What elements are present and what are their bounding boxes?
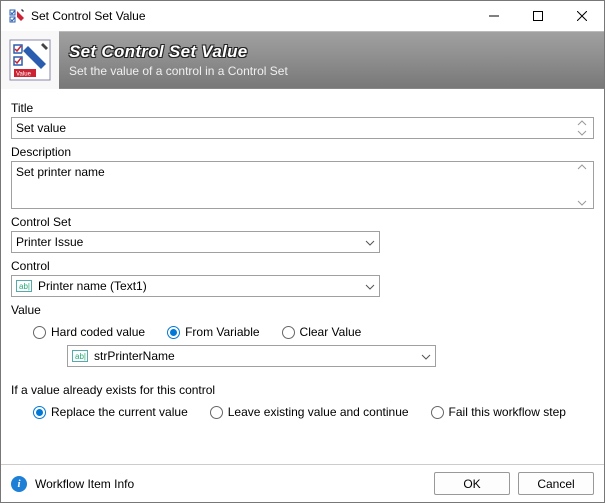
textbox-icon: ab| — [16, 280, 32, 292]
control-label: Control — [11, 259, 594, 273]
info-icon: i — [11, 476, 27, 492]
description-label: Description — [11, 145, 594, 159]
value-label: Value — [11, 303, 594, 317]
svg-text:Value: Value — [16, 72, 32, 78]
radio-hardcoded-label: Hard coded value — [51, 325, 145, 339]
radio-leave-label: Leave existing value and continue — [228, 405, 409, 419]
ok-button[interactable]: OK — [434, 472, 510, 495]
chevron-down-icon — [365, 235, 375, 249]
radio-from-variable-label: From Variable — [185, 325, 259, 339]
value-source-group: Hard coded value From Variable Clear Val… — [11, 325, 594, 339]
header-icon: Value — [1, 31, 59, 89]
radio-hardcoded[interactable]: Hard coded value — [33, 325, 145, 339]
maximize-button[interactable] — [516, 1, 560, 31]
minimize-button[interactable] — [472, 1, 516, 31]
variable-select[interactable]: ab| strPrinterName — [67, 345, 436, 367]
cancel-button[interactable]: Cancel — [518, 472, 594, 495]
svg-text:ab|: ab| — [75, 352, 86, 361]
chevron-down-icon — [365, 279, 375, 293]
chevron-down-icon — [421, 349, 431, 363]
radio-replace-label: Replace the current value — [51, 405, 188, 419]
radio-clear-value-label: Clear Value — [300, 325, 362, 339]
titlebar: Set Control Set Value — [1, 1, 604, 31]
description-input[interactable]: Set printer name — [11, 161, 594, 209]
existing-label: If a value already exists for this contr… — [11, 383, 594, 397]
control-value: Printer name (Text1) — [38, 279, 147, 293]
title-value: Set value — [16, 121, 66, 135]
close-button[interactable] — [560, 1, 604, 31]
controlset-select[interactable]: Printer Issue — [11, 231, 380, 253]
radio-fail-label: Fail this workflow step — [449, 405, 566, 419]
description-stepper[interactable] — [577, 162, 591, 208]
footer: i Workflow Item Info OK Cancel — [1, 464, 604, 502]
header-title: Set Control Set Value — [69, 42, 288, 62]
existing-behavior-group: Replace the current value Leave existing… — [11, 405, 594, 419]
workflow-item-info-link[interactable]: Workflow Item Info — [35, 477, 134, 491]
radio-from-variable[interactable]: From Variable — [167, 325, 259, 339]
svg-text:ab|: ab| — [19, 282, 30, 291]
control-select[interactable]: ab| Printer name (Text1) — [11, 275, 380, 297]
form-body: Title Set value Description Set printer … — [1, 89, 604, 464]
header-subtitle: Set the value of a control in a Control … — [69, 64, 288, 78]
radio-fail[interactable]: Fail this workflow step — [431, 405, 566, 419]
window-title: Set Control Set Value — [31, 9, 146, 23]
textbox-icon: ab| — [72, 350, 88, 362]
app-icon — [9, 8, 25, 24]
controlset-label: Control Set — [11, 215, 594, 229]
radio-replace[interactable]: Replace the current value — [33, 405, 188, 419]
radio-clear-value[interactable]: Clear Value — [282, 325, 362, 339]
header-band: Value Set Control Set Value Set the valu… — [1, 31, 604, 89]
controlset-value: Printer Issue — [16, 235, 83, 249]
variable-value: strPrinterName — [94, 349, 175, 363]
radio-leave[interactable]: Leave existing value and continue — [210, 405, 409, 419]
title-input[interactable]: Set value — [11, 117, 594, 139]
title-stepper[interactable] — [577, 118, 591, 138]
description-value: Set printer name — [16, 165, 105, 179]
title-label: Title — [11, 101, 594, 115]
